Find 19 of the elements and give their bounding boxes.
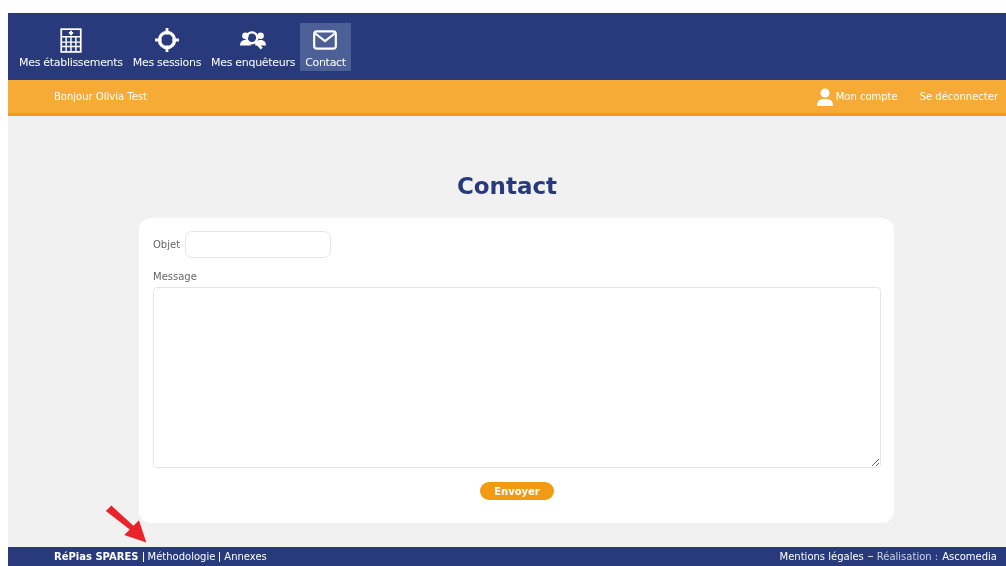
nav-tab[interactable]: Mes sessions	[127, 22, 207, 71]
crosshair-icon	[153, 26, 180, 53]
nav-tab[interactable]: Contact	[300, 22, 351, 71]
message-field[interactable]	[153, 287, 881, 468]
footer-link[interactable]: Annexes	[224, 551, 267, 562]
nav-tab[interactable]: Mes enquêteurs	[206, 22, 301, 71]
credit-label: Réalisation :	[876, 551, 939, 562]
legal-link[interactable]: Mentions légales	[779, 551, 864, 562]
subject-field[interactable]	[185, 231, 332, 258]
nav-tab[interactable]: Mes établissements	[14, 22, 128, 71]
footer-link[interactable]: Méthodologie	[147, 551, 216, 562]
greeting-text: Bonjour Olivia Test	[54, 91, 147, 102]
page-title: Contact	[456, 172, 558, 200]
building-icon	[57, 26, 84, 53]
credit-link[interactable]: Ascomedia	[942, 551, 997, 562]
subject-label: Objet	[153, 239, 181, 250]
user-icon	[816, 87, 833, 106]
message-label: Message	[153, 271, 198, 282]
brand-text: RéPias SPARES	[54, 551, 139, 562]
